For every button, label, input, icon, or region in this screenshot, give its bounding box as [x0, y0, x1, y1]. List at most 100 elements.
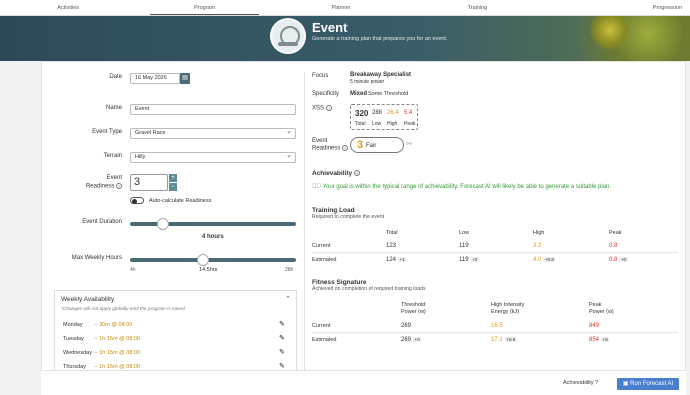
specificity-sub: Some Threshold — [368, 91, 409, 97]
xss-low-label: Low — [372, 121, 382, 127]
xss-peak-label: Peak — [404, 121, 416, 127]
chevron-up-icon[interactable]: ⌃ — [285, 295, 291, 303]
tl-current-low: 119 — [459, 243, 469, 249]
fs-header-high-intensity: High Intensity — [491, 302, 525, 308]
duration-slider-track[interactable] — [130, 222, 296, 226]
xss-label: XSS ? — [312, 105, 332, 112]
fs-header-high-intensity-unit: Energy (kJ) — [491, 309, 520, 315]
xss-peak: 5.4 — [404, 110, 413, 116]
info-icon[interactable]: ? — [353, 170, 360, 177]
readiness-label-line2: Readiness ? — [85, 183, 122, 190]
event-readiness-label-line2: Readiness ? — [312, 145, 349, 152]
tl-current-peak: 0.8 — [609, 243, 618, 249]
max-weekly-slider-handle[interactable] — [197, 254, 210, 266]
edit-icon[interactable]: ✎ — [279, 348, 285, 356]
table-divider — [312, 332, 678, 333]
xss-high-label: High — [387, 121, 398, 127]
name-input[interactable]: Event — [130, 104, 296, 115]
readiness-increment-button[interactable]: + — [169, 174, 177, 182]
page-title: Event — [312, 20, 348, 35]
auto-calc-toggle[interactable] — [130, 197, 144, 204]
name-label: Name — [105, 105, 122, 111]
xss-total: 320 — [355, 109, 369, 118]
fs-header-threshold-unit: Power (w) — [401, 309, 426, 315]
availability-note: *Changes will not apply globally until t… — [61, 307, 187, 312]
terrain-select[interactable]: Hilly — [130, 151, 296, 163]
edit-icon[interactable]: ✎ — [279, 320, 285, 328]
check-circle-icon: ✓⃝ — [312, 184, 323, 190]
tl-estimated-label: Estimated — [312, 257, 337, 263]
tab-progression[interactable]: Progression — [546, 0, 690, 15]
tab-activities[interactable]: Activities — [0, 0, 136, 15]
focus-label: Focus — [312, 73, 329, 79]
info-icon[interactable]: ? — [342, 145, 349, 151]
specificity-value: Mixed — [350, 91, 368, 97]
achievability-footer-label[interactable]: Achievability ? — [563, 380, 598, 386]
event-type-select[interactable]: Gravel Race — [130, 127, 296, 139]
top-nav: Activities Program Planner Training Prog… — [0, 0, 690, 16]
terrain-label: Terrain — [103, 153, 122, 159]
readiness-decrement-button[interactable]: − — [169, 183, 177, 191]
fs-current-high-intensity: 16.5 — [491, 323, 503, 329]
crystal-ball-icon — [270, 18, 306, 54]
fs-header-threshold: Threshold — [401, 302, 426, 308]
fs-current-label: Current — [312, 323, 331, 329]
availability-time: -- 1h 15m @ 08:00 — [94, 336, 140, 342]
tl-header-total: Total — [386, 230, 398, 236]
tl-estimated-total: 124 +1 — [386, 257, 407, 263]
info-icon[interactable]: ? — [116, 183, 122, 189]
fs-current-peak: 849 — [589, 323, 600, 329]
tab-training[interactable]: Training — [409, 0, 545, 15]
fs-header-peak-unit: Power (w) — [589, 309, 614, 315]
edit-icon[interactable]: ✎ — [279, 362, 285, 370]
duration-label: Event Duration — [82, 219, 122, 225]
info-icon[interactable]: ? — [325, 105, 332, 111]
xss-total-label: Total — [355, 121, 366, 127]
calendar-icon[interactable]: ▤ — [180, 73, 190, 84]
tab-planner[interactable]: Planner — [273, 0, 409, 15]
tab-program[interactable]: Program — [136, 0, 272, 15]
readiness-pill: 3 Fair — [350, 137, 404, 153]
fs-current-threshold: 269 — [401, 323, 412, 329]
max-weekly-min: 4h — [130, 267, 136, 273]
achievability-message: ✓⃝ Your goal is within the typical range… — [312, 184, 612, 190]
max-weekly-slider-track[interactable] — [130, 258, 296, 262]
max-weekly-max: 28h — [285, 267, 294, 273]
event-readiness-label-line1: Event — [312, 138, 328, 144]
page-subtitle: Generate a training plan that prepares y… — [312, 36, 448, 42]
auto-calc-label: Auto-calculate Readiness — [149, 198, 212, 204]
event-type-label: Event Type — [92, 129, 122, 135]
fs-header-peak: Peak — [589, 302, 602, 308]
link-icon[interactable]: ⚯ — [406, 140, 412, 148]
event-form-card: Date 16 May 2026 ▤ Name Event Event Type… — [41, 61, 686, 395]
focus-value: Breakaway Specialist — [350, 72, 412, 78]
fs-estimated-high-intensity: 17.1 +0.6 — [491, 337, 517, 343]
tl-current-high: 3.2 — [533, 243, 542, 249]
fs-estimated-label: Estimated — [312, 337, 337, 343]
readiness-input[interactable]: 3 — [130, 174, 168, 191]
fitness-signature-subtitle: Achieved on completion of required train… — [312, 286, 426, 292]
run-forecast-ai-button[interactable]: ▣ Run Forecast AI — [617, 378, 679, 390]
training-load-title: Training Load — [312, 207, 355, 214]
focus-sub: 5 minute power — [350, 79, 385, 85]
achievability-title: Achievability ? — [312, 170, 360, 177]
tl-estimated-high: 4.0 +0.8 — [533, 257, 556, 263]
max-weekly-label: Max Weekly Hours — [71, 255, 122, 261]
footer-bar: Achievability ? ▣ Run Forecast AI — [41, 370, 686, 395]
fs-estimated-peak: 854 +5 — [589, 337, 610, 343]
max-weekly-value: 14.5hrs — [199, 267, 218, 273]
event-banner: Event Generate a training plan that prep… — [0, 16, 690, 61]
tl-current-label: Current — [312, 243, 331, 249]
availability-time: -- 30m @ 08:00 — [94, 322, 133, 328]
availability-day: Wednesday — [63, 350, 92, 356]
edit-icon[interactable]: ✎ — [279, 334, 285, 342]
date-label: Date — [109, 74, 122, 80]
tl-header-low: Low — [459, 230, 470, 236]
column-divider — [304, 72, 305, 372]
tl-estimated-low: 119 +0 — [459, 257, 479, 263]
xss-box: 320 288 26.4 5.4 Total Low High Peak — [350, 104, 418, 130]
duration-slider-handle[interactable] — [157, 218, 170, 230]
table-divider — [312, 252, 678, 253]
date-input[interactable]: 16 May 2026 — [130, 73, 180, 84]
availability-day: Monday — [63, 322, 83, 328]
